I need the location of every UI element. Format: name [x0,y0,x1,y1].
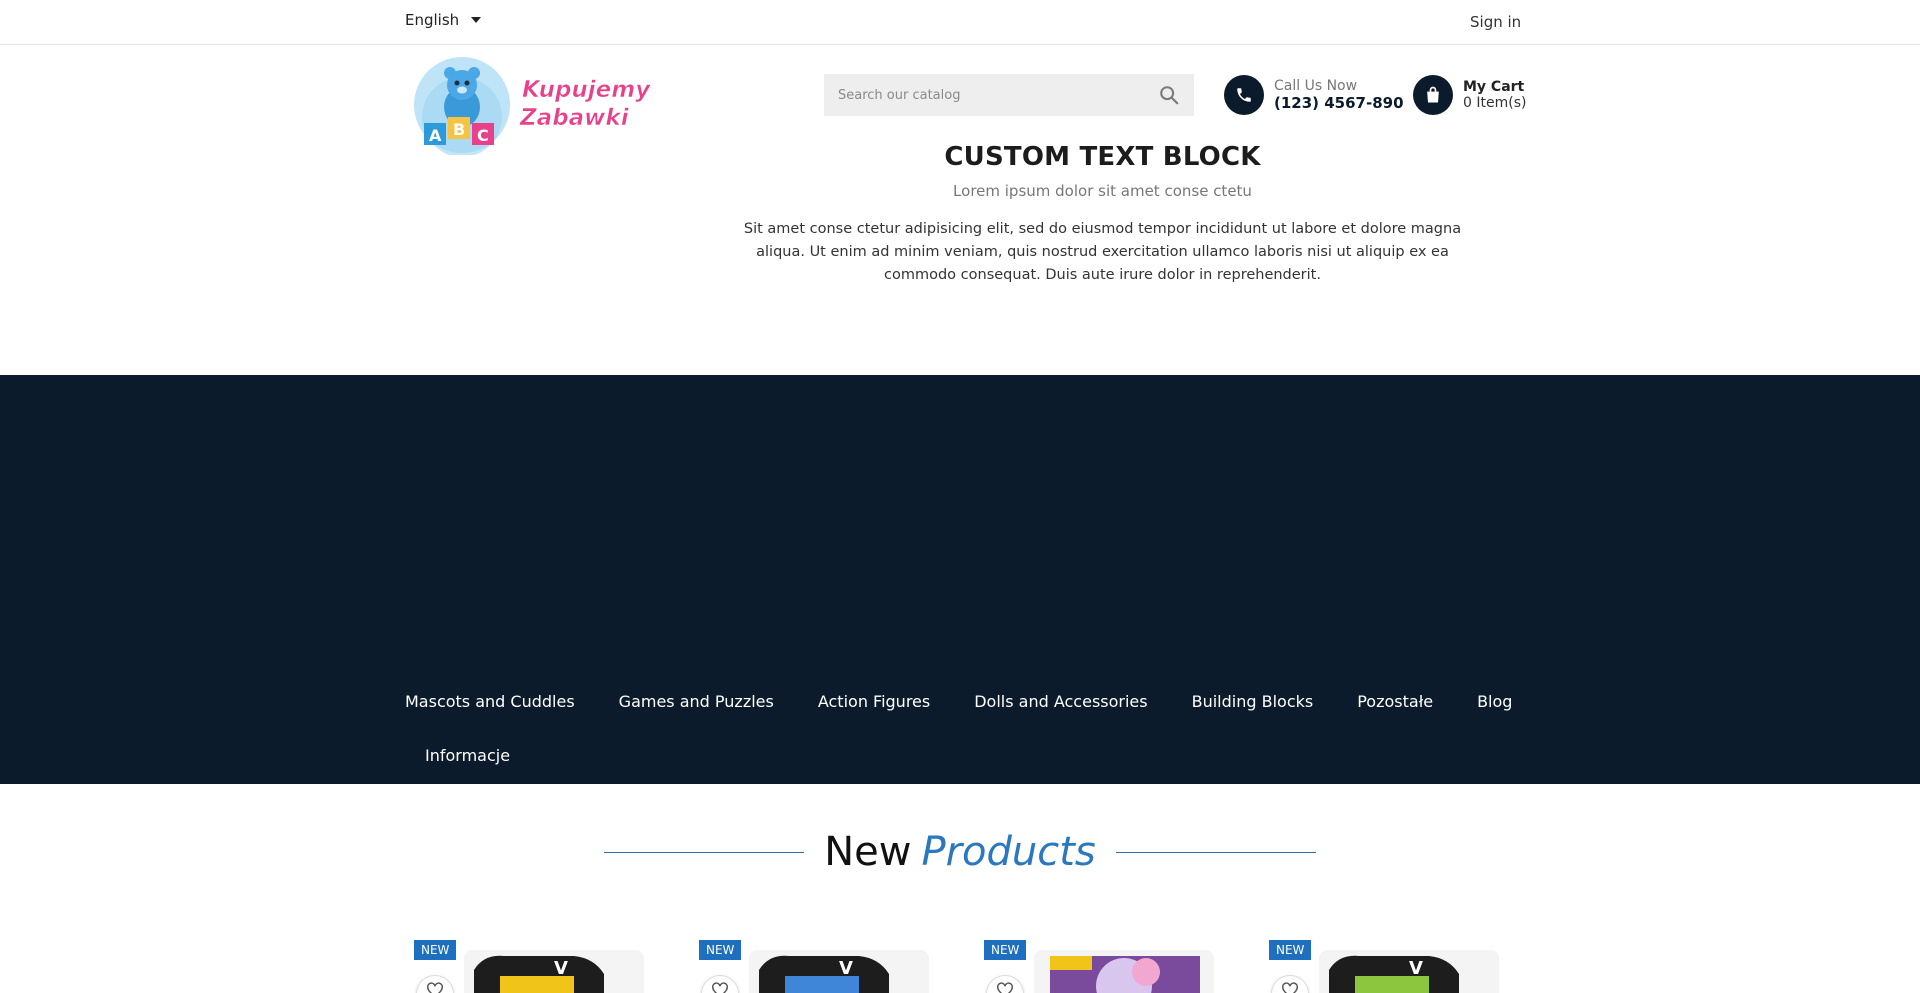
nav-item-pozostale[interactable]: Pozostałe [1357,692,1433,711]
heart-icon [427,982,443,993]
top-bar: English Sign in [0,0,1920,45]
search-icon[interactable] [1158,84,1180,106]
svg-text:C: C [477,126,489,145]
caret-down-icon [471,17,482,23]
nav-item-games-and-puzzles[interactable]: Games and Puzzles [619,692,774,711]
phone-number[interactable]: (123) 4567-890 [1274,94,1404,112]
svg-text:Zabawki: Zabawki [519,105,630,131]
nav-item-building-blocks[interactable]: Building Blocks [1192,692,1314,711]
nav-item-action-figures[interactable]: Action Figures [818,692,930,711]
product-image[interactable]: V [464,950,644,993]
store-logo[interactable]: A B C Kupujemy Zabawki [410,55,652,157]
wishlist-button[interactable] [416,975,454,993]
new-badge: NEW [414,940,457,960]
new-badge: NEW [699,940,742,960]
nav-item-blog[interactable]: Blog [1477,692,1512,711]
svg-text:V: V [1409,958,1423,979]
cart-count: 0 Item(s) [1463,95,1527,111]
product-image[interactable]: V [1319,950,1499,993]
product-card[interactable]: V NEW [406,938,651,993]
custom-text-block-subtitle: Lorem ipsum dolor sit amet conse ctetu [953,182,1252,200]
heart-icon [997,982,1013,993]
call-us-block: Call Us Now (123) 4567-890 [1224,75,1404,115]
heading-word-products: Products [921,829,1096,875]
search-input[interactable] [838,87,1158,103]
custom-text-block-title: CUSTOM TEXT BLOCK [944,142,1261,172]
svg-text:Kupujemy: Kupujemy [522,77,650,103]
shopping-bag-icon [1413,75,1453,115]
new-badge: NEW [984,940,1027,960]
divider-right [1115,851,1316,853]
hero-banner [0,375,1920,784]
cart-block[interactable]: My Cart 0 Item(s) [1413,75,1526,115]
language-label: English [405,11,460,29]
product-card[interactable]: V NEW [1261,938,1506,993]
svg-text:V: V [839,958,853,979]
product-image[interactable]: V [749,950,929,993]
nav-item-mascots-and-cuddles[interactable]: Mascots and Cuddles [405,692,575,711]
product-card[interactable]: V NEW [691,938,936,993]
wishlist-button[interactable] [701,975,739,993]
heading-word-new: New [824,829,912,875]
language-selector[interactable]: English [405,11,482,29]
main-navigation: Mascots and Cuddles Games and Puzzles Ac… [405,692,1512,711]
product-card[interactable]: NEW [976,938,1221,993]
nav-item-dolls-and-accessories[interactable]: Dolls and Accessories [974,692,1147,711]
cart-label: My Cart [1463,79,1525,95]
new-badge: NEW [1269,940,1312,960]
main-navigation-row-2: Informacje [425,746,510,765]
sign-in-link[interactable]: Sign in [1470,13,1521,31]
product-image[interactable] [1034,950,1214,993]
call-label: Call Us Now [1274,78,1358,94]
custom-text-block-body: Sit amet conse ctetur adipisicing elit, … [743,221,1462,283]
heart-icon [712,982,728,993]
divider-left [604,851,805,853]
search-bar [824,74,1194,116]
logo-image: A B C Kupujemy Zabawki [414,57,652,157]
wishlist-button[interactable] [1271,975,1309,993]
svg-text:V: V [554,958,568,979]
heart-icon [1282,982,1298,993]
nav-item-informacje[interactable]: Informacje [425,746,510,765]
wishlist-button[interactable] [986,975,1024,993]
svg-text:B: B [453,120,465,139]
new-products-heading: New Products [0,826,1920,878]
phone-icon [1224,75,1264,115]
svg-text:A: A [429,126,442,145]
